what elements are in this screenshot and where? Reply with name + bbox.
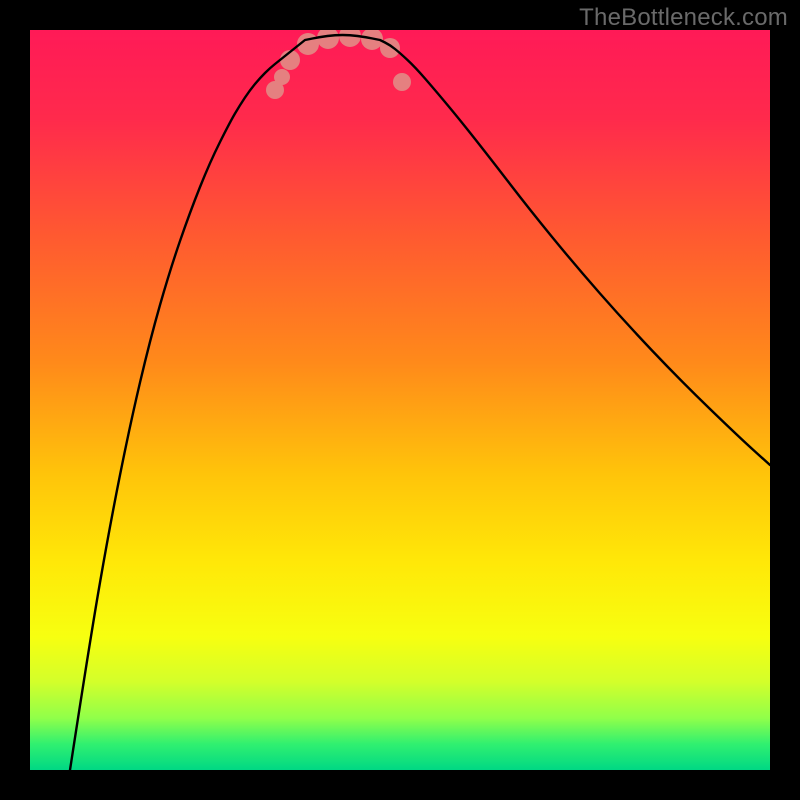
chart-frame: TheBottleneck.com: [0, 0, 800, 800]
watermark-text: TheBottleneck.com: [579, 4, 788, 32]
marker-right-gap: [393, 73, 411, 91]
marker-bottom-2: [317, 30, 339, 49]
marker-left-upper: [274, 69, 290, 85]
marker-bottom-3: [339, 30, 361, 47]
marker-group: [266, 30, 411, 99]
plot-area: [30, 30, 770, 770]
bottleneck-curve: [70, 35, 770, 770]
curve-layer: [30, 30, 770, 770]
